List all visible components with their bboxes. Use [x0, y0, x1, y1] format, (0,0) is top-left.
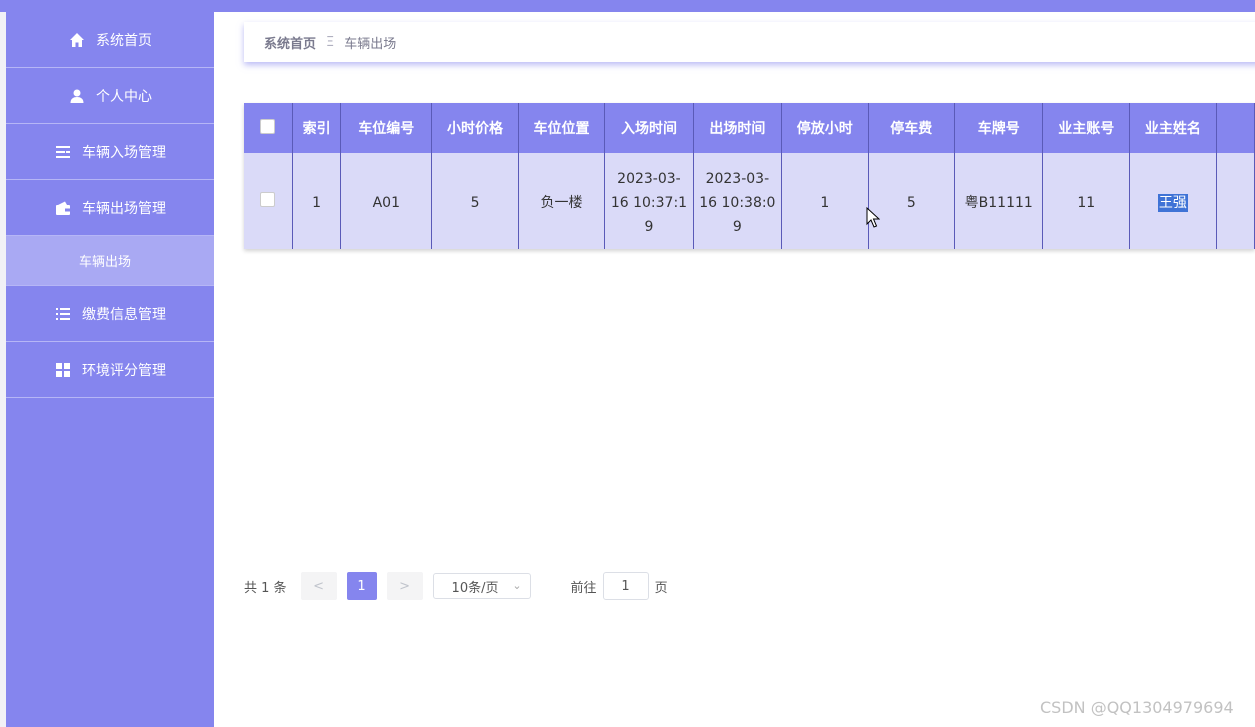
- column-header: 业主账号: [1042, 103, 1131, 153]
- owner-name-selected: 王强: [1157, 193, 1188, 212]
- out-time-line: 16 10:38:0: [699, 194, 776, 211]
- list-icon: [54, 143, 72, 161]
- column-header: 出场时间: [693, 103, 783, 153]
- cell-out-time: 2023-03- 16 10:38:0 9: [693, 153, 783, 249]
- cell-overflow: [1216, 153, 1255, 249]
- goto-label: 前往: [570, 580, 597, 596]
- sidebar-item-label: 环境评分管理: [82, 362, 166, 379]
- breadcrumb-current: 车辆出场: [344, 36, 397, 52]
- column-header-overflow: [1216, 103, 1255, 153]
- breadcrumb-home[interactable]: 系统首页: [264, 33, 316, 52]
- home-icon: [68, 31, 86, 49]
- pagination-total: 共 1 条: [244, 580, 287, 596]
- cell-owner: 王强: [1129, 153, 1217, 249]
- page-size-value: 10条/页: [451, 580, 499, 596]
- sidebar-item-label: 车辆出场: [78, 255, 131, 270]
- table-row[interactable]: 1 A01 5 负一楼 2023-03- 16 10:37:1 9 2023-0…: [244, 153, 1255, 249]
- breadcrumb: 系统首页 Ξ 车辆出场: [244, 22, 1255, 62]
- cell-hours: 1: [781, 153, 869, 249]
- row-checkbox[interactable]: [260, 191, 276, 207]
- sidebar-item-payment[interactable]: 缴费信息管理: [6, 286, 214, 342]
- breadcrumb-separator: Ξ: [326, 34, 335, 50]
- sidebar-item-home[interactable]: 系统首页: [6, 12, 214, 68]
- column-header: 车位编号: [340, 103, 433, 153]
- cell-price: 5: [431, 153, 519, 249]
- column-header: 车位位置: [518, 103, 606, 153]
- cell-in-time: 2023-03- 16 10:37:1 9: [604, 153, 694, 249]
- column-header: 停车费: [868, 103, 956, 153]
- pagination: 共 1 条 < 1 > 10条/页 ⌄ 前往 1 页: [244, 572, 668, 600]
- in-time-line: 9: [644, 218, 654, 235]
- data-table: 索引 车位编号 小时价格 车位位置 入场时间 出场时间 停放小时 停车费 车牌号…: [244, 103, 1255, 249]
- select-all-cell: [244, 103, 293, 153]
- select-all-checkbox[interactable]: [260, 118, 276, 134]
- prev-page-button[interactable]: <: [300, 572, 337, 600]
- user-icon: [68, 87, 86, 105]
- column-header: 入场时间: [604, 103, 694, 153]
- sidebar-item-vehicle-exit[interactable]: 车辆出场管理: [6, 180, 214, 236]
- cell-account: 11: [1042, 153, 1131, 249]
- sidebar-item-label: 车辆入场管理: [82, 144, 166, 161]
- cell-spot: A01: [340, 153, 433, 249]
- cell-location: 负一楼: [518, 153, 606, 249]
- cell-fee: 5: [868, 153, 956, 249]
- sidebar-item-label: 车辆出场管理: [82, 200, 166, 217]
- goto-page-input[interactable]: 1: [602, 572, 649, 600]
- sidebar-item-rating[interactable]: 环境评分管理: [6, 342, 214, 398]
- sidebar: 系统首页 个人中心 车辆入场管理 车辆出场管理 车辆出场 缴费信息管理 环境评分…: [6, 12, 214, 727]
- list-icon: [54, 305, 72, 323]
- sidebar-item-label: 缴费信息管理: [82, 306, 166, 323]
- column-header: 小时价格: [431, 103, 519, 153]
- sidebar-subitem-vehicle-exit[interactable]: 车辆出场: [6, 236, 214, 286]
- sidebar-item-label: 个人中心: [96, 88, 152, 105]
- in-time-line: 16 10:37:1: [610, 194, 688, 211]
- sidebar-item-label: 系统首页: [96, 32, 152, 49]
- column-header: 停放小时: [781, 103, 869, 153]
- column-header: 索引: [292, 103, 342, 153]
- mouse-cursor-icon: [866, 207, 880, 228]
- chevron-down-icon: ⌄: [512, 579, 522, 592]
- top-bar: [0, 0, 1255, 12]
- sidebar-item-vehicle-entry[interactable]: 车辆入场管理: [6, 124, 214, 180]
- in-time-line: 2023-03-: [617, 170, 681, 187]
- cell-index: 1: [292, 153, 342, 249]
- grid-icon: [54, 361, 72, 379]
- page-suffix-label: 页: [654, 580, 668, 596]
- sidebar-item-profile[interactable]: 个人中心: [6, 68, 214, 124]
- out-time-line: 2023-03-: [705, 170, 770, 187]
- page-size-select[interactable]: 10条/页 ⌄: [432, 573, 531, 599]
- page-number-current[interactable]: 1: [346, 572, 377, 600]
- cell-plate: 粤B11111: [954, 153, 1044, 249]
- next-page-button[interactable]: >: [386, 572, 423, 600]
- row-select-cell: [244, 153, 293, 249]
- table-header-row: 索引 车位编号 小时价格 车位位置 入场时间 出场时间 停放小时 停车费 车牌号…: [244, 103, 1255, 153]
- column-header: 车牌号: [954, 103, 1044, 153]
- wallet-icon: [54, 199, 72, 217]
- column-header: 业主姓名: [1129, 103, 1217, 153]
- out-time-line: 9: [732, 218, 742, 235]
- watermark: CSDN @QQ1304979694: [1040, 698, 1234, 717]
